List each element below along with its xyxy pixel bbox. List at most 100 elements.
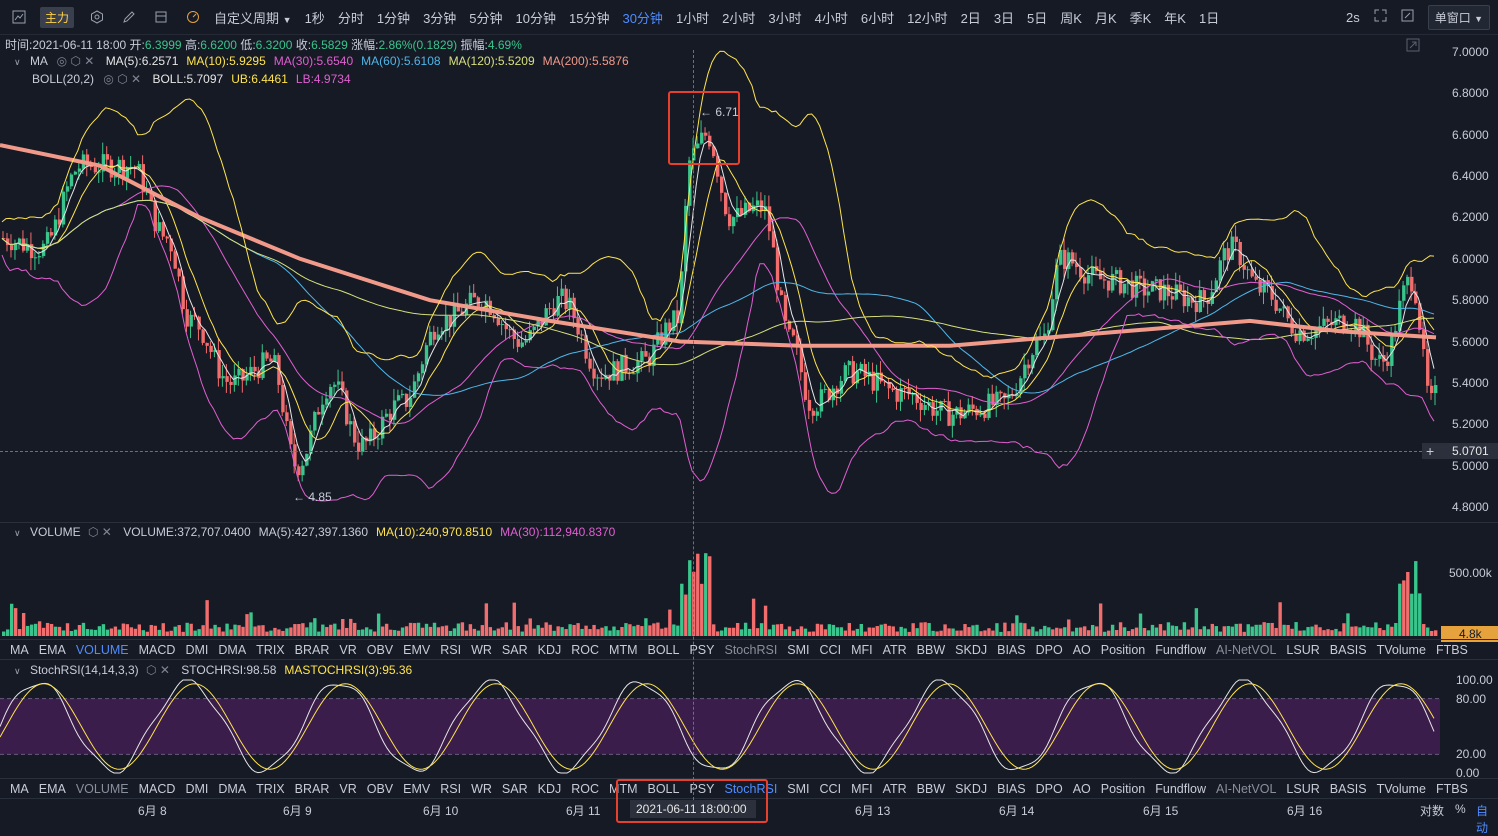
indicator-tab[interactable]: MACD	[139, 782, 176, 796]
indicator-tab[interactable]: ATR	[883, 782, 907, 796]
indicator-tab[interactable]: BBW	[917, 643, 945, 657]
indicator-tab[interactable]: SAR	[502, 643, 528, 657]
indicator-tab[interactable]: BRAR	[295, 643, 330, 657]
indicator-tab[interactable]: OBV	[367, 782, 393, 796]
indicator-tab[interactable]: WR	[471, 643, 492, 657]
indicator-tab[interactable]: Position	[1101, 643, 1145, 657]
indicator-tab[interactable]: EMA	[39, 782, 66, 796]
indicator-tab[interactable]: DMI	[185, 643, 208, 657]
indicator-tab[interactable]: MACD	[139, 643, 176, 657]
chart-type-icon[interactable]	[8, 6, 30, 28]
main-indicator-button[interactable]: 主力	[40, 6, 75, 28]
crosshair-plus-icon[interactable]: +	[1426, 443, 1434, 459]
period-option[interactable]: 月K	[1095, 8, 1117, 27]
indicator-tab[interactable]: DMA	[218, 782, 246, 796]
indicator-tab[interactable]: MTM	[609, 643, 637, 657]
period-option[interactable]: 15分钟	[569, 8, 609, 27]
period-option[interactable]: 5日	[1027, 8, 1047, 27]
indicator-tab[interactable]: BASIS	[1330, 643, 1367, 657]
period-option[interactable]: 30分钟	[622, 8, 662, 27]
indicator-tab[interactable]: VR	[339, 643, 356, 657]
indicator-tab[interactable]: TRIX	[256, 643, 284, 657]
indicator-tab[interactable]: EMA	[39, 643, 66, 657]
period-option[interactable]: 3分钟	[423, 8, 456, 27]
period-option[interactable]: 12小时	[907, 8, 947, 27]
indicator-tab[interactable]: SKDJ	[955, 782, 987, 796]
indicator-tab[interactable]: TRIX	[256, 782, 284, 796]
period-option[interactable]: 季K	[1130, 8, 1152, 27]
period-option[interactable]: 2日	[961, 8, 981, 27]
period-option[interactable]: 1日	[1199, 8, 1219, 27]
indicator-tab[interactable]: VOLUME	[76, 782, 129, 796]
period-option[interactable]: 1秒	[305, 8, 325, 27]
indicator-tab[interactable]: MFI	[851, 643, 873, 657]
indicator-tab[interactable]: AI-NetVOL	[1216, 643, 1276, 657]
settings-icon[interactable]: ⬡	[88, 525, 98, 539]
indicator-tab[interactable]: SAR	[502, 782, 528, 796]
indicator-tab[interactable]: BOLL	[648, 643, 680, 657]
indicator-tab[interactable]: VOLUME	[76, 643, 129, 657]
indicator-tab[interactable]: BRAR	[295, 782, 330, 796]
indicator-tab[interactable]: FTBS	[1436, 643, 1468, 657]
indicator-tab[interactable]: WR	[471, 782, 492, 796]
period-option[interactable]: 1小时	[676, 8, 709, 27]
indicator-tab[interactable]: MFI	[851, 782, 873, 796]
close-icon[interactable]: ✕	[160, 663, 170, 677]
period-option[interactable]: 6小时	[861, 8, 894, 27]
snapshot-icon[interactable]	[1401, 9, 1414, 25]
indicator-tab[interactable]: SMI	[787, 643, 809, 657]
indicator-tab[interactable]: EMV	[403, 782, 430, 796]
collapse-chevron-icon[interactable]: ∨	[14, 528, 21, 538]
indicator-tab[interactable]: AO	[1073, 782, 1091, 796]
period-option[interactable]: 3日	[994, 8, 1014, 27]
draw-pen-icon[interactable]	[118, 6, 140, 28]
indicator-tab[interactable]: AO	[1073, 643, 1091, 657]
period-option[interactable]: 3小时	[768, 8, 801, 27]
indicator-tab[interactable]: MA	[10, 782, 29, 796]
indicator-tab[interactable]: LSUR	[1286, 782, 1319, 796]
auto-scale-toggle[interactable]: 自动	[1476, 802, 1498, 836]
indicator-tab[interactable]: OBV	[367, 643, 393, 657]
indicator-tab[interactable]: TVolume	[1377, 782, 1426, 796]
indicator-tab[interactable]: DPO	[1036, 643, 1063, 657]
indicator-tab[interactable]: BIAS	[997, 782, 1026, 796]
refresh-rate[interactable]: 2s	[1346, 10, 1360, 25]
window-mode-dropdown[interactable]: 单窗口 ▼	[1427, 4, 1490, 30]
period-option[interactable]: 1分钟	[377, 8, 410, 27]
period-option[interactable]: 分时	[338, 8, 364, 27]
indicator-tab[interactable]: ROC	[571, 782, 599, 796]
fullscreen-icon[interactable]	[1374, 9, 1387, 25]
indicator-tab[interactable]: TVolume	[1377, 643, 1426, 657]
indicator-tab[interactable]: MA	[10, 643, 29, 657]
period-option[interactable]: 周K	[1060, 8, 1082, 27]
settings-icon[interactable]: ⬡	[146, 663, 156, 677]
indicator-tab[interactable]: StochRSI	[724, 643, 777, 657]
indicator-tab[interactable]: ROC	[571, 643, 599, 657]
log-scale-toggle[interactable]: 对数	[1420, 802, 1444, 819]
indicator-tab[interactable]: LSUR	[1286, 643, 1319, 657]
indicator-tab[interactable]: Fundflow	[1155, 782, 1206, 796]
indicator-tab[interactable]: Fundflow	[1155, 643, 1206, 657]
period-option[interactable]: 年K	[1164, 8, 1186, 27]
indicator-tab[interactable]: Position	[1101, 782, 1145, 796]
indicator-tab[interactable]: BBW	[917, 782, 945, 796]
indicator-tab[interactable]: BASIS	[1330, 782, 1367, 796]
period-option[interactable]: 2小时	[722, 8, 755, 27]
indicator-tab[interactable]: SMI	[787, 782, 809, 796]
indicator-tab[interactable]: DMI	[185, 782, 208, 796]
period-option[interactable]: 4小时	[815, 8, 848, 27]
indicator-tab[interactable]: AI-NetVOL	[1216, 782, 1276, 796]
layout-icon[interactable]	[150, 6, 172, 28]
indicator-tab[interactable]: EMV	[403, 643, 430, 657]
period-option[interactable]: 5分钟	[469, 8, 502, 27]
indicator-tab[interactable]: DPO	[1036, 782, 1063, 796]
indicator-tab[interactable]: DMA	[218, 643, 246, 657]
stochrsi-chart[interactable]	[0, 676, 1440, 778]
custom-period-dropdown[interactable]: 自定义周期 ▼	[214, 8, 292, 27]
collapse-chevron-icon[interactable]: ∨	[14, 666, 21, 676]
indicator-tab[interactable]: CCI	[820, 643, 842, 657]
indicator-tab[interactable]: RSI	[440, 782, 461, 796]
volume-chart[interactable]	[0, 540, 1440, 638]
indicator-tab[interactable]: BIAS	[997, 643, 1026, 657]
speed-gauge-icon[interactable]	[182, 6, 204, 28]
